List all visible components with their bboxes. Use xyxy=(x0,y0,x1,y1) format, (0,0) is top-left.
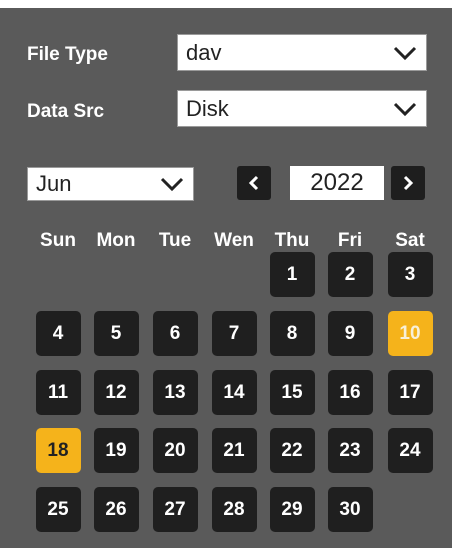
calendar-day-20[interactable]: 20 xyxy=(152,428,198,473)
calendar-day-23[interactable]: 23 xyxy=(327,428,373,473)
next-year-button[interactable] xyxy=(391,166,425,200)
chevron-down-icon xyxy=(393,46,417,60)
file-type-select[interactable]: dav xyxy=(177,34,427,71)
calendar-day-14[interactable]: 14 xyxy=(211,370,257,415)
year-display[interactable]: 2022 xyxy=(290,166,384,200)
calendar-day-12[interactable]: 12 xyxy=(93,370,139,415)
calendar-day-11[interactable]: 11 xyxy=(35,370,81,415)
calendar-day-15[interactable]: 15 xyxy=(269,370,315,415)
file-type-label: File Type xyxy=(27,44,108,65)
calendar-day-5[interactable]: 5 xyxy=(93,311,139,356)
calendar-day-10[interactable]: 10 xyxy=(387,311,433,356)
calendar-day-8[interactable]: 8 xyxy=(269,311,315,356)
weekday-fri: Fri xyxy=(337,230,363,251)
weekday-mon: Mon xyxy=(96,230,136,251)
calendar-day-18[interactable]: 18 xyxy=(35,428,81,473)
weekday-sun: Sun xyxy=(40,230,76,251)
weekday-tue: Tue xyxy=(158,230,192,251)
calendar-day-1[interactable]: 1 xyxy=(269,252,315,297)
weekday-thu: Thu xyxy=(274,230,310,251)
calendar-day-28[interactable]: 28 xyxy=(211,487,257,532)
data-src-value: Disk xyxy=(186,95,229,121)
chevron-left-icon xyxy=(248,175,259,191)
calendar-day-2[interactable]: 2 xyxy=(327,252,373,297)
calendar-day-29[interactable]: 29 xyxy=(269,487,315,532)
chevron-right-icon xyxy=(403,175,414,191)
weekday-sat: Sat xyxy=(395,230,425,251)
calendar-day-21[interactable]: 21 xyxy=(211,428,257,473)
calendar-day-7[interactable]: 7 xyxy=(211,311,257,356)
month-select[interactable]: Jun xyxy=(27,167,194,201)
calendar-day-3[interactable]: 3 xyxy=(387,252,433,297)
calendar-day-22[interactable]: 22 xyxy=(269,428,315,473)
calendar-day-17[interactable]: 17 xyxy=(387,370,433,415)
calendar-day-13[interactable]: 13 xyxy=(152,370,198,415)
data-src-label: Data Src xyxy=(27,101,105,122)
calendar-day-25[interactable]: 25 xyxy=(35,487,81,532)
calendar-day-27[interactable]: 27 xyxy=(152,487,198,532)
calendar-day-16[interactable]: 16 xyxy=(327,370,373,415)
file-type-value: dav xyxy=(186,39,222,65)
prev-year-button[interactable] xyxy=(237,166,271,200)
month-value: Jun xyxy=(36,171,72,196)
calendar-day-24[interactable]: 24 xyxy=(387,428,433,473)
calendar-day-4[interactable]: 4 xyxy=(35,311,81,356)
weekday-wen: Wen xyxy=(214,230,254,251)
calendar-day-26[interactable]: 26 xyxy=(93,487,139,532)
chevron-down-icon xyxy=(160,177,184,192)
calendar-day-30[interactable]: 30 xyxy=(327,487,373,532)
calendar-day-9[interactable]: 9 xyxy=(327,311,373,356)
data-src-select[interactable]: Disk xyxy=(177,90,427,127)
calendar-day-19[interactable]: 19 xyxy=(93,428,139,473)
search-panel: File Type dav Data Src Disk Jun 2022 Sun… xyxy=(0,8,452,548)
calendar-day-6[interactable]: 6 xyxy=(152,311,198,356)
chevron-down-icon xyxy=(393,102,417,116)
